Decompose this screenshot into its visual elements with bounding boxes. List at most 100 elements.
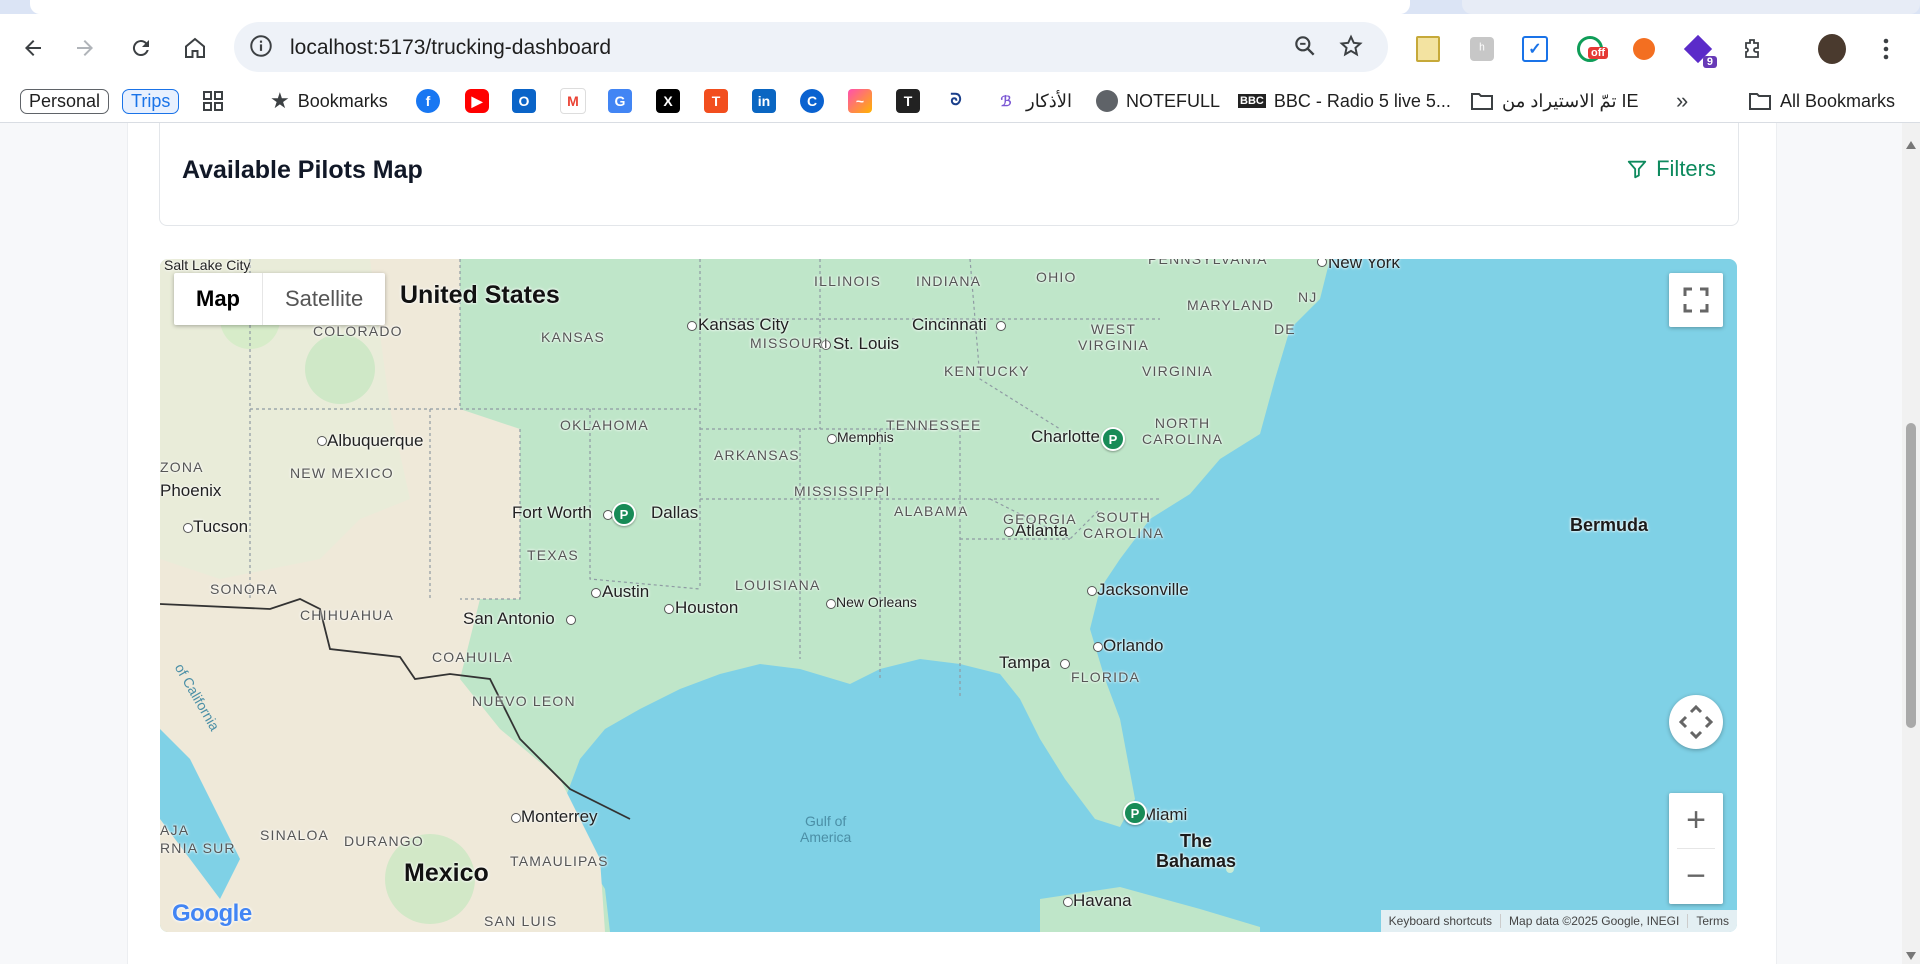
purple-extension-icon[interactable]: 9 (1683, 34, 1717, 68)
all-bookmarks-folder[interactable]: All Bookmarks (1748, 88, 1895, 114)
grey-extension-icon[interactable]: ʰ (1468, 35, 1496, 63)
bookmarks-folder[interactable]: ★ Bookmarks (270, 88, 388, 114)
site-info-icon[interactable] (248, 33, 274, 64)
city-dot (1087, 586, 1097, 596)
youtube-icon[interactable]: ▶ (465, 89, 489, 113)
page-scrollbar[interactable] (1902, 123, 1920, 964)
more-bookmarks-icon[interactable]: » (1676, 88, 1688, 114)
arabic-script-icon[interactable]: ᘐ (944, 89, 968, 113)
back-arrow-icon (25, 40, 41, 56)
label-georgia: GEORGIA (1003, 511, 1077, 527)
gradient-icon[interactable]: ~ (848, 89, 872, 113)
profile-chip-trips[interactable]: Trips (122, 88, 180, 114)
address-bar[interactable]: localhost:5173/trucking-dashboard (234, 22, 1388, 72)
city-dot (1063, 897, 1073, 907)
filters-label: Filters (1656, 156, 1716, 181)
scroll-down-arrow-icon[interactable] (1906, 952, 1916, 960)
bookmark-folder-import[interactable]: تمّ الاستيراد من IE (1470, 88, 1639, 114)
reload-icon (132, 40, 149, 57)
label-ohio: OHIO (1036, 269, 1077, 285)
linkedin-icon[interactable]: in (752, 89, 776, 113)
bookmark-bbc[interactable]: BBC BBC - Radio 5 live 5... (1238, 88, 1451, 114)
globe-icon (1096, 90, 1118, 112)
t-icon[interactable]: T (704, 89, 728, 113)
label-de: DE (1274, 321, 1296, 337)
back-button[interactable] (16, 31, 50, 65)
google-logo[interactable]: Google (172, 900, 252, 928)
bookmarks-label: Bookmarks (297, 90, 388, 111)
google-translate-icon[interactable]: G (608, 89, 632, 113)
reload-button[interactable] (124, 31, 158, 65)
label-st-louis: St. Louis (833, 334, 900, 353)
count-badge: 9 (1702, 56, 1717, 68)
zoom-out-button[interactable]: − (1669, 849, 1723, 904)
label-mississippi: MISSISSIPPI (794, 483, 891, 499)
label-mexico: Mexico (404, 859, 489, 887)
extensions-puzzle-icon[interactable] (1739, 35, 1767, 63)
inactive-tab[interactable] (1462, 0, 1920, 14)
pilot-marker-miami[interactable]: P (1123, 801, 1147, 825)
c-icon[interactable]: C (800, 89, 824, 113)
label-florida: FLORIDA (1071, 669, 1141, 685)
camera-control-button[interactable] (1669, 695, 1723, 749)
x-icon[interactable]: X (656, 89, 680, 113)
label-louisiana: LOUISIANA (735, 577, 821, 593)
gmail-icon[interactable]: M (560, 88, 586, 114)
pilot-marker-charlotte[interactable]: P (1101, 427, 1125, 451)
tasks-extension-icon[interactable]: ✓ (1521, 35, 1549, 63)
terms-link[interactable]: Terms (1687, 914, 1737, 928)
label-austin: Austin (602, 582, 650, 601)
zoom-in-button[interactable]: + (1669, 793, 1723, 848)
bookmark-star-icon[interactable] (1338, 33, 1364, 64)
pilots-map[interactable]: Map Satellite + − Salt Lake City United … (160, 259, 1737, 932)
scroll-up-arrow-icon[interactable] (1906, 141, 1916, 149)
label-memphis: Memphis (837, 429, 894, 445)
all-bookmarks-label: All Bookmarks (1780, 90, 1896, 111)
home-icon (185, 37, 205, 58)
zoom-icon[interactable] (1292, 33, 1318, 64)
browser-menu-icon[interactable] (1872, 35, 1900, 63)
profile-chip-personal[interactable]: Personal (20, 88, 110, 114)
green-extension-icon[interactable]: off (1576, 35, 1609, 63)
scroll-thumb[interactable] (1906, 423, 1916, 728)
bookmark-notefull[interactable]: NOTEFULL (1096, 88, 1220, 114)
outlook-icon[interactable]: O (512, 89, 536, 113)
bookmark-azkar[interactable]: ℬ الأذكار (994, 88, 1072, 114)
profile-avatar[interactable] (1818, 34, 1846, 64)
label-illinois: ILLINOIS (814, 273, 882, 289)
label-tennessee: TENNESSEE (886, 417, 982, 433)
active-tab[interactable] (30, 0, 1410, 14)
orange-extension-icon[interactable] (1630, 35, 1658, 63)
fullscreen-button[interactable] (1669, 273, 1723, 327)
label-bermuda: Bermuda (1570, 515, 1649, 535)
map-type-map-button[interactable]: Map (174, 273, 262, 325)
keyboard-shortcuts-link[interactable]: Keyboard shortcuts (1381, 914, 1500, 928)
label-texas: TEXAS (527, 547, 579, 563)
label-dallas: Dallas (651, 503, 699, 522)
notes-extension-icon[interactable] (1414, 35, 1442, 63)
facebook-icon[interactable]: f (416, 89, 440, 113)
home-button[interactable] (178, 31, 212, 65)
t1-icon[interactable]: T (896, 89, 920, 113)
apps-grid-icon[interactable] (202, 88, 224, 114)
label-virginia: VIRGINIA (1142, 363, 1214, 379)
label-kentucky: KENTUCKY (944, 363, 1030, 379)
label-arkansas: ARKANSAS (714, 447, 800, 463)
forward-arrow-icon (77, 40, 93, 56)
tab-strip (0, 0, 1920, 14)
label-baja: AJA RNIA SUR (160, 822, 236, 856)
city-dot (183, 523, 193, 533)
pilot-marker-dallas[interactable]: P (612, 502, 636, 526)
url-text[interactable]: localhost:5173/trucking-dashboard (290, 36, 611, 60)
map-type-satellite-button[interactable]: Satellite (262, 273, 385, 325)
map-data-text: Map data ©2025 Google, INEGI (1500, 914, 1687, 928)
forward-button[interactable] (68, 31, 102, 65)
fullscreen-icon (1683, 287, 1709, 313)
label-sinaloa: SINALOA (260, 827, 330, 843)
city-dot (827, 434, 837, 444)
filters-button[interactable]: Filters (1626, 156, 1716, 182)
map-terrain (160, 259, 1330, 932)
camera-control-icon (1679, 705, 1713, 739)
label-alabama: ALABAMA (894, 503, 969, 519)
map-type-control: Map Satellite (174, 273, 386, 325)
